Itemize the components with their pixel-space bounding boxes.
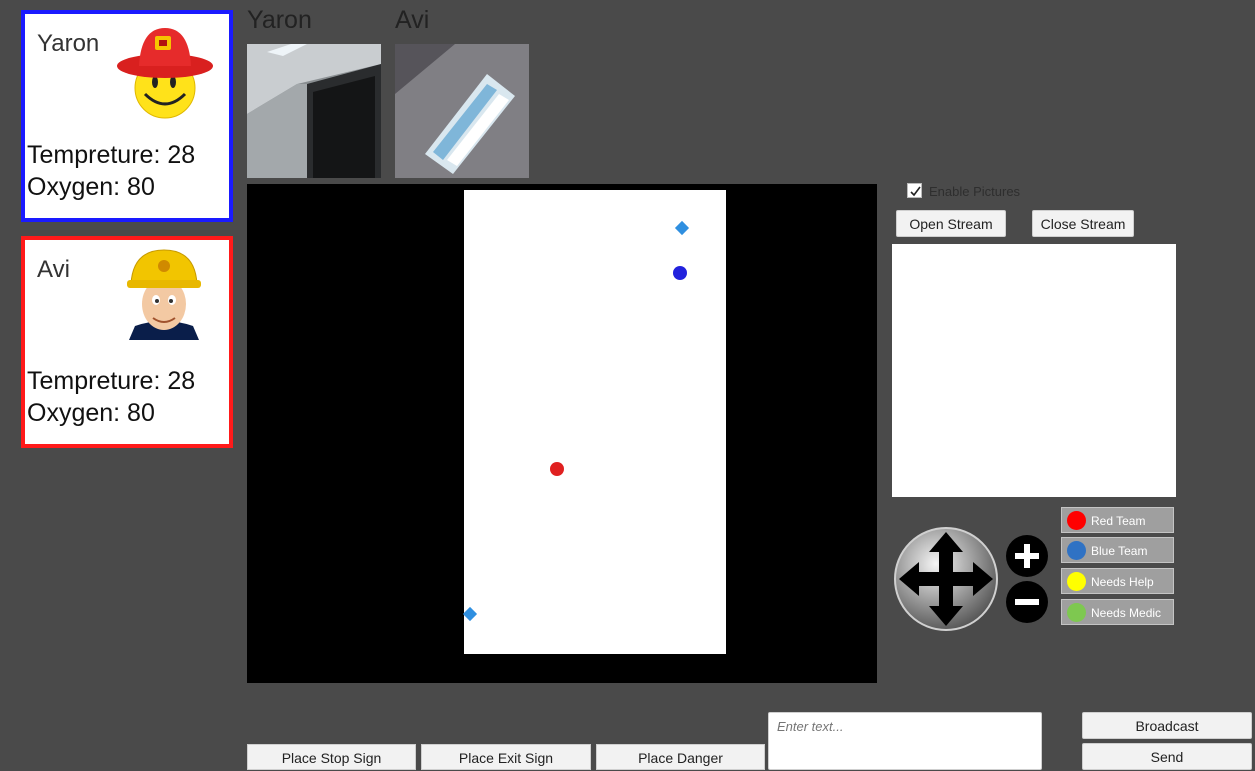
place-exit-sign-button[interactable]: Place Exit Sign xyxy=(421,744,591,770)
legend-label: Needs Help xyxy=(1091,575,1154,589)
beacon-marker[interactable] xyxy=(674,220,690,236)
member-card-avi[interactable]: Avi Tempreture: 28 Oxygen: 80 xyxy=(21,236,233,448)
camera-label-avi: Avi xyxy=(395,6,430,34)
needs-medic-button[interactable]: Needs Medic xyxy=(1061,599,1174,625)
broadcast-button[interactable]: Broadcast xyxy=(1082,712,1252,739)
red-dot-icon xyxy=(1067,511,1086,530)
checkbox-box[interactable] xyxy=(907,183,922,198)
member-name: Yaron xyxy=(37,30,100,57)
place-stop-sign-button[interactable]: Place Stop Sign xyxy=(247,744,416,770)
needs-help-button[interactable]: Needs Help xyxy=(1061,568,1174,594)
legend-label: Blue Team xyxy=(1091,544,1148,558)
blue-team-button[interactable]: Blue Team xyxy=(1061,537,1174,563)
member-name: Avi xyxy=(37,256,70,283)
enable-pictures-label: Enable Pictures xyxy=(929,184,1021,199)
plus-icon[interactable] xyxy=(1006,535,1048,577)
check-icon xyxy=(910,186,921,197)
camera-label-yaron: Yaron xyxy=(247,6,312,34)
tactical-map[interactable] xyxy=(247,184,877,683)
blue-team-marker[interactable] xyxy=(673,266,687,280)
camera-feed-avi[interactable] xyxy=(395,44,529,178)
green-dot-icon xyxy=(1067,603,1086,622)
legend-label: Needs Medic xyxy=(1091,606,1162,620)
fireman-sam-avatar xyxy=(123,246,205,350)
close-stream-button[interactable]: Close Stream xyxy=(1032,210,1134,237)
member-card-yaron[interactable]: Yaron Tempreture: 28 Oxygen: 80 xyxy=(21,10,233,222)
yellow-dot-icon xyxy=(1067,572,1086,591)
oxygen-readout: Oxygen: 80 xyxy=(27,173,155,201)
message-input[interactable] xyxy=(768,712,1042,770)
move-arrows-icon[interactable] xyxy=(893,526,999,632)
send-button[interactable]: Send xyxy=(1082,743,1252,770)
red-team-marker[interactable] xyxy=(550,462,564,476)
minus-icon[interactable] xyxy=(1006,581,1048,623)
stream-view xyxy=(892,244,1176,497)
camera-feed-yaron[interactable] xyxy=(247,44,381,178)
oxygen-readout: Oxygen: 80 xyxy=(27,399,155,427)
temperature-readout: Tempreture: 28 xyxy=(27,141,196,169)
temperature-readout: Tempreture: 28 xyxy=(27,367,196,395)
blue-dot-icon xyxy=(1067,541,1086,560)
map-markers xyxy=(462,220,690,622)
legend-label: Red Team xyxy=(1091,514,1146,528)
beacon-marker[interactable] xyxy=(462,606,478,622)
red-team-button[interactable]: Red Team xyxy=(1061,507,1174,533)
open-stream-button[interactable]: Open Stream xyxy=(896,210,1006,237)
smiley-firefighter-avatar xyxy=(117,22,217,122)
place-danger-button[interactable]: Place Danger xyxy=(596,744,765,770)
